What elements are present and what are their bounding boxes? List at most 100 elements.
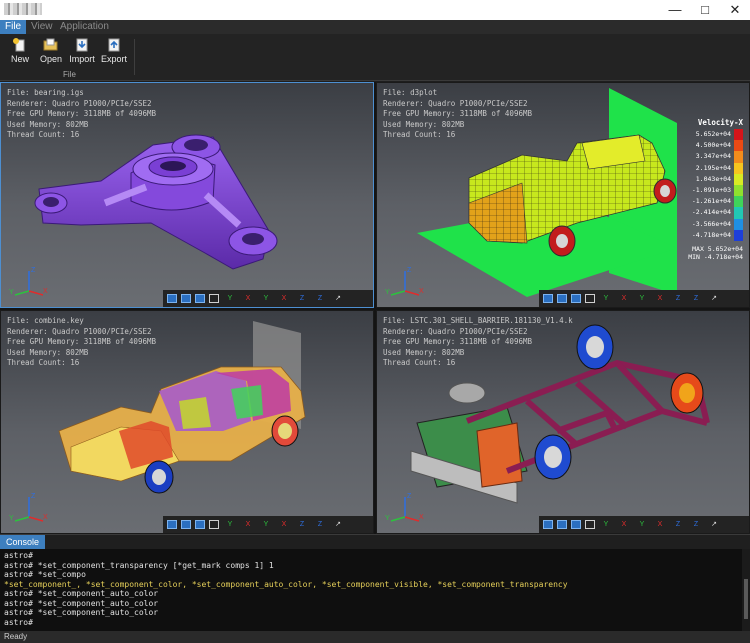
view-z-minus-icon[interactable]: Z (689, 293, 703, 305)
view-z-plus-icon[interactable]: Z (295, 293, 309, 305)
viewport-bearing[interactable]: File: bearing.igs Renderer: Quadro P1000… (0, 82, 374, 308)
solid-view-icon[interactable] (543, 294, 553, 303)
axis-z-label: Z (31, 493, 36, 500)
shaded-view-icon[interactable] (557, 294, 567, 303)
view-z-plus-icon[interactable]: Z (671, 519, 685, 531)
wireframe-icon[interactable] (585, 520, 595, 529)
hidden-line-icon[interactable] (571, 520, 581, 529)
shaded-view-icon[interactable] (557, 520, 567, 529)
legend-value: 2.195e+04 (695, 163, 731, 172)
export-button[interactable]: Export (99, 37, 129, 67)
legend-scale: 5.652e+04 4.500e+04 3.347e+04 2.195e+04 1.04… (681, 129, 743, 241)
viewport-d3plot[interactable]: File: d3plot Renderer: Quadro P1000/PCIe… (376, 82, 750, 308)
legend-swatch (734, 140, 743, 152)
maximize-icon[interactable]: □ (690, 0, 720, 20)
console-line: astro# *set_component_auto_color (4, 608, 159, 617)
menu-application[interactable]: Application (55, 20, 114, 34)
hidden-line-icon[interactable] (195, 520, 205, 529)
info-gpu-memory: Free GPU Memory: 3118MB of 4096MB (7, 337, 157, 346)
console-scrollbar[interactable] (742, 549, 750, 631)
view-y-minus-icon[interactable]: Y (635, 293, 649, 305)
view-z-minus-icon[interactable]: Z (313, 519, 327, 531)
view-y-plus-icon[interactable]: Y (599, 519, 613, 531)
info-gpu-memory: Free GPU Memory: 3118MB of 4096MB (383, 109, 533, 118)
wireframe-icon[interactable] (585, 294, 595, 303)
minimize-icon[interactable]: — (660, 0, 690, 20)
new-button[interactable]: New (5, 37, 35, 67)
axis-y-label: Y (9, 515, 14, 522)
legend-swatch (734, 207, 743, 219)
viewport-info: File: d3plot Renderer: Quadro P1000/PCIe… (383, 88, 532, 141)
wireframe-icon[interactable] (209, 520, 219, 529)
view-x-plus-icon[interactable]: X (277, 293, 291, 305)
menu-bar: File View Application (0, 20, 750, 34)
view-x-minus-icon[interactable]: X (617, 519, 631, 531)
console-autocomplete-hint: *set_component_, *set_component_color, *… (4, 579, 568, 589)
hidden-line-icon[interactable] (571, 294, 581, 303)
shaded-view-icon[interactable] (181, 520, 191, 529)
close-icon[interactable]: ✕ (720, 0, 750, 20)
view-z-plus-icon[interactable]: Z (295, 519, 309, 531)
legend-value: -1.091e+03 (691, 186, 731, 194)
viewport-lstc[interactable]: File: LSTC.301_SHELL_BARRIER.181130_V1.4… (376, 310, 750, 534)
view-iso-icon[interactable]: ↗ (707, 519, 721, 531)
console-prompt[interactable]: astro# (4, 618, 738, 628)
solid-view-icon[interactable] (167, 294, 177, 303)
info-renderer: Renderer: Quadro P1000/PCIe/SSE2 (7, 98, 152, 108)
status-bar: Ready (0, 631, 750, 643)
view-z-minus-icon[interactable]: Z (313, 293, 327, 305)
legend-max: MAX 5.652e+04 (692, 245, 743, 253)
info-file: File: bearing.igs (7, 88, 84, 97)
axis-y-label: Y (385, 289, 390, 296)
view-iso-icon[interactable]: ↗ (707, 293, 721, 305)
solid-view-icon[interactable] (167, 520, 177, 529)
axis-z-label: Z (407, 493, 412, 500)
info-used-memory: Used Memory: 802MB (7, 119, 89, 129)
axis-z-label: Z (407, 267, 412, 274)
axis-x-label: X (43, 288, 48, 295)
view-x-minus-icon[interactable]: X (241, 519, 255, 531)
view-y-minus-icon[interactable]: Y (259, 293, 273, 305)
view-y-minus-icon[interactable]: Y (259, 519, 273, 531)
view-y-plus-icon[interactable]: Y (223, 293, 237, 305)
view-x-plus-icon[interactable]: X (277, 519, 291, 531)
view-y-plus-icon[interactable]: Y (223, 519, 237, 531)
info-thread-count: Thread Count: 16 (7, 130, 80, 139)
viewport-info: File: combine.key Renderer: Quadro P1000… (7, 316, 156, 369)
viewport-info: File: bearing.igs Renderer: Quadro P1000… (7, 88, 156, 141)
info-gpu-memory: Free GPU Memory: 3118MB of 4096MB (383, 337, 533, 346)
view-iso-icon[interactable]: ↗ (331, 519, 345, 531)
info-file: File: combine.key (7, 316, 84, 325)
menu-file[interactable]: File (0, 20, 27, 34)
view-y-minus-icon[interactable]: Y (635, 519, 649, 531)
console-output[interactable]: astro# astro# *set_component_transparenc… (0, 549, 742, 631)
console-line: astro# (4, 551, 33, 560)
axis-x-label: X (419, 288, 424, 295)
app-logo (4, 3, 42, 15)
view-x-minus-icon[interactable]: X (617, 293, 631, 305)
console-header: Console (0, 534, 750, 550)
axis-y-label: Y (9, 289, 14, 296)
legend-swatch (734, 173, 743, 185)
view-z-minus-icon[interactable]: Z (689, 519, 703, 531)
contour-legend: Velocity-X 5.652e+04 4.500e+04 3.347e+04 2.… (681, 118, 743, 261)
view-iso-icon[interactable]: ↗ (331, 293, 345, 305)
wireframe-icon[interactable] (209, 294, 219, 303)
console-line: astro# *set_component_auto_color (4, 589, 159, 598)
view-y-plus-icon[interactable]: Y (599, 293, 613, 305)
viewport-combine[interactable]: File: combine.key Renderer: Quadro P1000… (0, 310, 374, 534)
scrollbar-thumb[interactable] (744, 579, 748, 619)
open-button[interactable]: Open (36, 37, 66, 67)
shaded-view-icon[interactable] (181, 294, 191, 303)
axis-z-label: Z (31, 267, 36, 274)
view-z-plus-icon[interactable]: Z (671, 293, 685, 305)
console-tab[interactable]: Console (0, 535, 46, 550)
solid-view-icon[interactable] (543, 520, 553, 529)
import-button[interactable]: Import (67, 37, 97, 67)
legend-value: 4.500e+04 (695, 141, 731, 150)
view-x-plus-icon[interactable]: X (653, 293, 667, 305)
view-x-minus-icon[interactable]: X (241, 293, 255, 305)
view-x-plus-icon[interactable]: X (653, 519, 667, 531)
menu-view[interactable]: View (26, 20, 58, 34)
hidden-line-icon[interactable] (195, 294, 205, 303)
